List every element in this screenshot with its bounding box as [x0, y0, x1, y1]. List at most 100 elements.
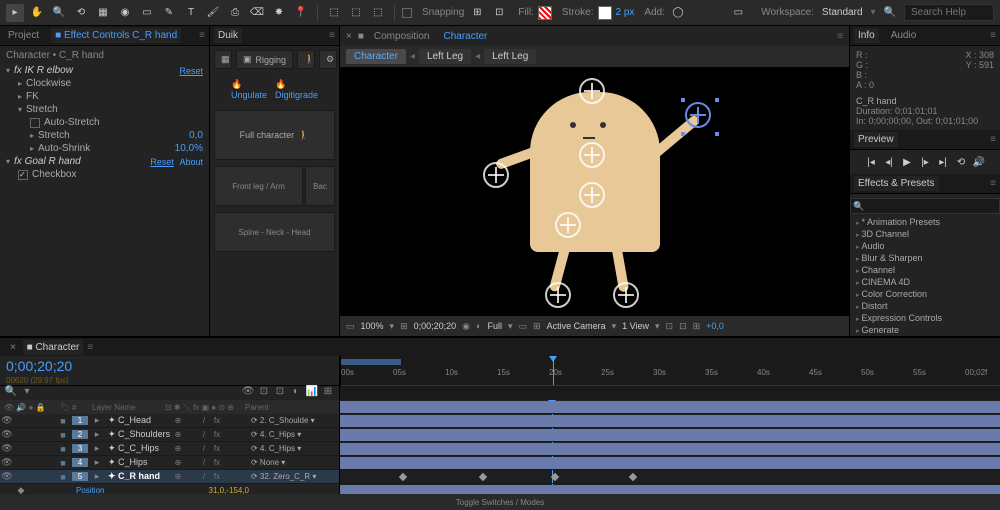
axis-local[interactable]: ⬚	[325, 4, 343, 22]
tl-shy-icon[interactable]: 👁	[241, 386, 255, 400]
panel-menu-icon[interactable]: ≡	[87, 342, 93, 353]
duik-spine-button[interactable]: Spine - Neck - Head	[214, 212, 335, 252]
work-area[interactable]	[341, 359, 401, 365]
shape-tool[interactable]: ▭	[138, 4, 156, 22]
composition-viewport[interactable]	[340, 68, 849, 316]
ctrl-r-hand-selected[interactable]	[685, 102, 711, 128]
tab-audio[interactable]: Audio	[887, 28, 921, 43]
reset-link[interactable]: Reset	[150, 157, 174, 167]
fx-goal-hand[interactable]: fx Goal R hand	[14, 156, 150, 167]
ctrl-l-hand[interactable]	[483, 162, 509, 188]
view-opt-icon[interactable]: ⊡	[666, 321, 674, 332]
nav-character[interactable]: Character	[346, 49, 406, 64]
search-help-input[interactable]	[904, 4, 994, 21]
presets-search-input[interactable]	[850, 198, 1000, 214]
view-opt2-icon[interactable]: ⊡	[679, 321, 687, 332]
preview-last-icon[interactable]: ▸|	[935, 154, 951, 170]
track-row[interactable]	[340, 428, 1000, 442]
views-dropdown[interactable]: 1 View	[622, 321, 649, 331]
auto-shrink-value[interactable]: 10,0%	[175, 143, 203, 154]
tab-effect-controls[interactable]: ■ Effect Controls C_R hand	[51, 28, 181, 43]
preset-category[interactable]: CINEMA 4D	[850, 276, 1000, 288]
preset-category[interactable]: Channel	[850, 264, 1000, 276]
nav-left-leg-1[interactable]: Left Leg	[419, 49, 471, 64]
prop-clockwise[interactable]: Clockwise	[26, 78, 203, 89]
preset-category[interactable]: Blur & Sharpen	[850, 252, 1000, 264]
preset-category[interactable]: Color Correction	[850, 288, 1000, 300]
track-row[interactable]	[340, 414, 1000, 428]
stroke-width[interactable]: 2 px	[616, 7, 635, 18]
prop-stretch-group[interactable]: Stretch	[26, 104, 203, 115]
panel-menu-icon[interactable]: ≡	[990, 134, 996, 145]
snapshot-icon[interactable]: ◉	[462, 321, 470, 332]
tl-opt1-icon[interactable]: ⊡	[257, 386, 271, 400]
panel-menu-icon[interactable]: ≡	[837, 31, 843, 42]
keyframe[interactable]	[629, 473, 637, 481]
tab-duik[interactable]: Duik	[214, 28, 242, 43]
camera-dropdown[interactable]: Active Camera	[547, 321, 606, 331]
roi-icon[interactable]: ▭	[519, 321, 528, 332]
tl-opt3-icon[interactable]: ⊞	[321, 386, 335, 400]
tab-composition-label[interactable]: Composition	[370, 29, 434, 44]
zoom-dropdown[interactable]: 100%	[361, 321, 384, 331]
preset-category[interactable]: 3D Channel	[850, 228, 1000, 240]
preset-category[interactable]: Generate	[850, 324, 1000, 336]
prop-fk[interactable]: FK	[26, 91, 203, 102]
ctrl-l-foot[interactable]	[545, 282, 571, 308]
reset-link[interactable]: Reset	[179, 66, 203, 76]
tab-info[interactable]: Info	[854, 28, 879, 43]
layer-property-row[interactable]: ◆Position31,0,-154,0	[0, 484, 339, 494]
tab-project[interactable]: Project	[4, 28, 43, 43]
pen-tool[interactable]: ✎	[160, 4, 178, 22]
tab-preview[interactable]: Preview	[854, 132, 898, 147]
keyframe[interactable]	[399, 473, 407, 481]
hand-tool[interactable]: ✋	[28, 4, 46, 22]
preview-loop-icon[interactable]: ⟲	[953, 154, 969, 170]
channel-icon[interactable]: ◐	[476, 321, 481, 331]
layer-row[interactable]: 👁■5▸✦ C_R hand⊕/fx⟳ 32. Zero_C_R ▾	[0, 470, 339, 484]
panel-menu-icon[interactable]: ≡	[990, 30, 996, 41]
ctrl-r-foot[interactable]	[613, 282, 639, 308]
timecode-display[interactable]: 0;00;20;20	[0, 356, 339, 376]
tl-opt2-icon[interactable]: ⊡	[273, 386, 287, 400]
brush-tool[interactable]: 🖌	[204, 4, 222, 22]
viewbar-time[interactable]: 0;00;20;20	[414, 321, 457, 331]
track-row[interactable]	[340, 400, 1000, 414]
about-link[interactable]: About	[179, 157, 203, 167]
layer-row[interactable]: 👁■3▸✦ C_C_Hips⊕/fx⟳ 4. C_Hips ▾	[0, 442, 339, 456]
tab-composition-name[interactable]: Character	[439, 29, 491, 44]
ctrl-body[interactable]	[555, 212, 581, 238]
preview-play-icon[interactable]: ▶	[899, 154, 915, 170]
track-row[interactable]	[340, 470, 1000, 484]
res-icon[interactable]: ⊞	[400, 321, 408, 332]
panel-menu-icon[interactable]: ≡	[199, 30, 205, 41]
exposure-value[interactable]: +0,0	[706, 321, 724, 331]
playhead[interactable]	[553, 356, 554, 385]
timeline-tracks[interactable]	[340, 400, 1000, 494]
selection-tool[interactable]: ▸	[6, 4, 24, 22]
axis-view[interactable]: ⬚	[369, 4, 387, 22]
pan-behind-tool[interactable]: ◉	[116, 4, 134, 22]
nav-left-leg-2[interactable]: Left Leg	[484, 49, 536, 64]
preset-category[interactable]: Expression Controls	[850, 312, 1000, 324]
keyframe[interactable]	[551, 473, 559, 481]
tl-blur-icon[interactable]: ◐	[289, 386, 303, 400]
tl-search-icon[interactable]: 🔍	[4, 386, 18, 400]
duik-back-leg-button[interactable]: Bac	[305, 166, 335, 206]
grid-icon[interactable]: ⊞	[533, 321, 541, 332]
preview-first-icon[interactable]: |◂	[863, 154, 879, 170]
preset-category[interactable]: * Animation Presets	[850, 216, 1000, 228]
layer-row[interactable]: 👁■2▸✦ C_Shoulders⊕/fx⟳ 4. C_Hips ▾	[0, 428, 339, 442]
layer-row[interactable]: 👁■4▸✦ C_Hips⊕/fx⟳ None ▾	[0, 456, 339, 470]
checkbox-check[interactable]	[18, 170, 28, 180]
view-opt3-icon[interactable]: ⊞	[693, 321, 701, 332]
preset-category[interactable]: Distort	[850, 300, 1000, 312]
track-row[interactable]	[340, 456, 1000, 470]
magnification-icon[interactable]: ▭	[346, 321, 355, 332]
track-row[interactable]	[340, 442, 1000, 456]
preset-category[interactable]: Audio	[850, 240, 1000, 252]
tab-timeline-comp[interactable]: Character	[35, 342, 79, 353]
duik-ungulate[interactable]: 🔥Ungulate	[231, 79, 267, 100]
ctrl-hips[interactable]	[579, 182, 605, 208]
panel-menu-icon[interactable]: ≡	[990, 178, 996, 189]
